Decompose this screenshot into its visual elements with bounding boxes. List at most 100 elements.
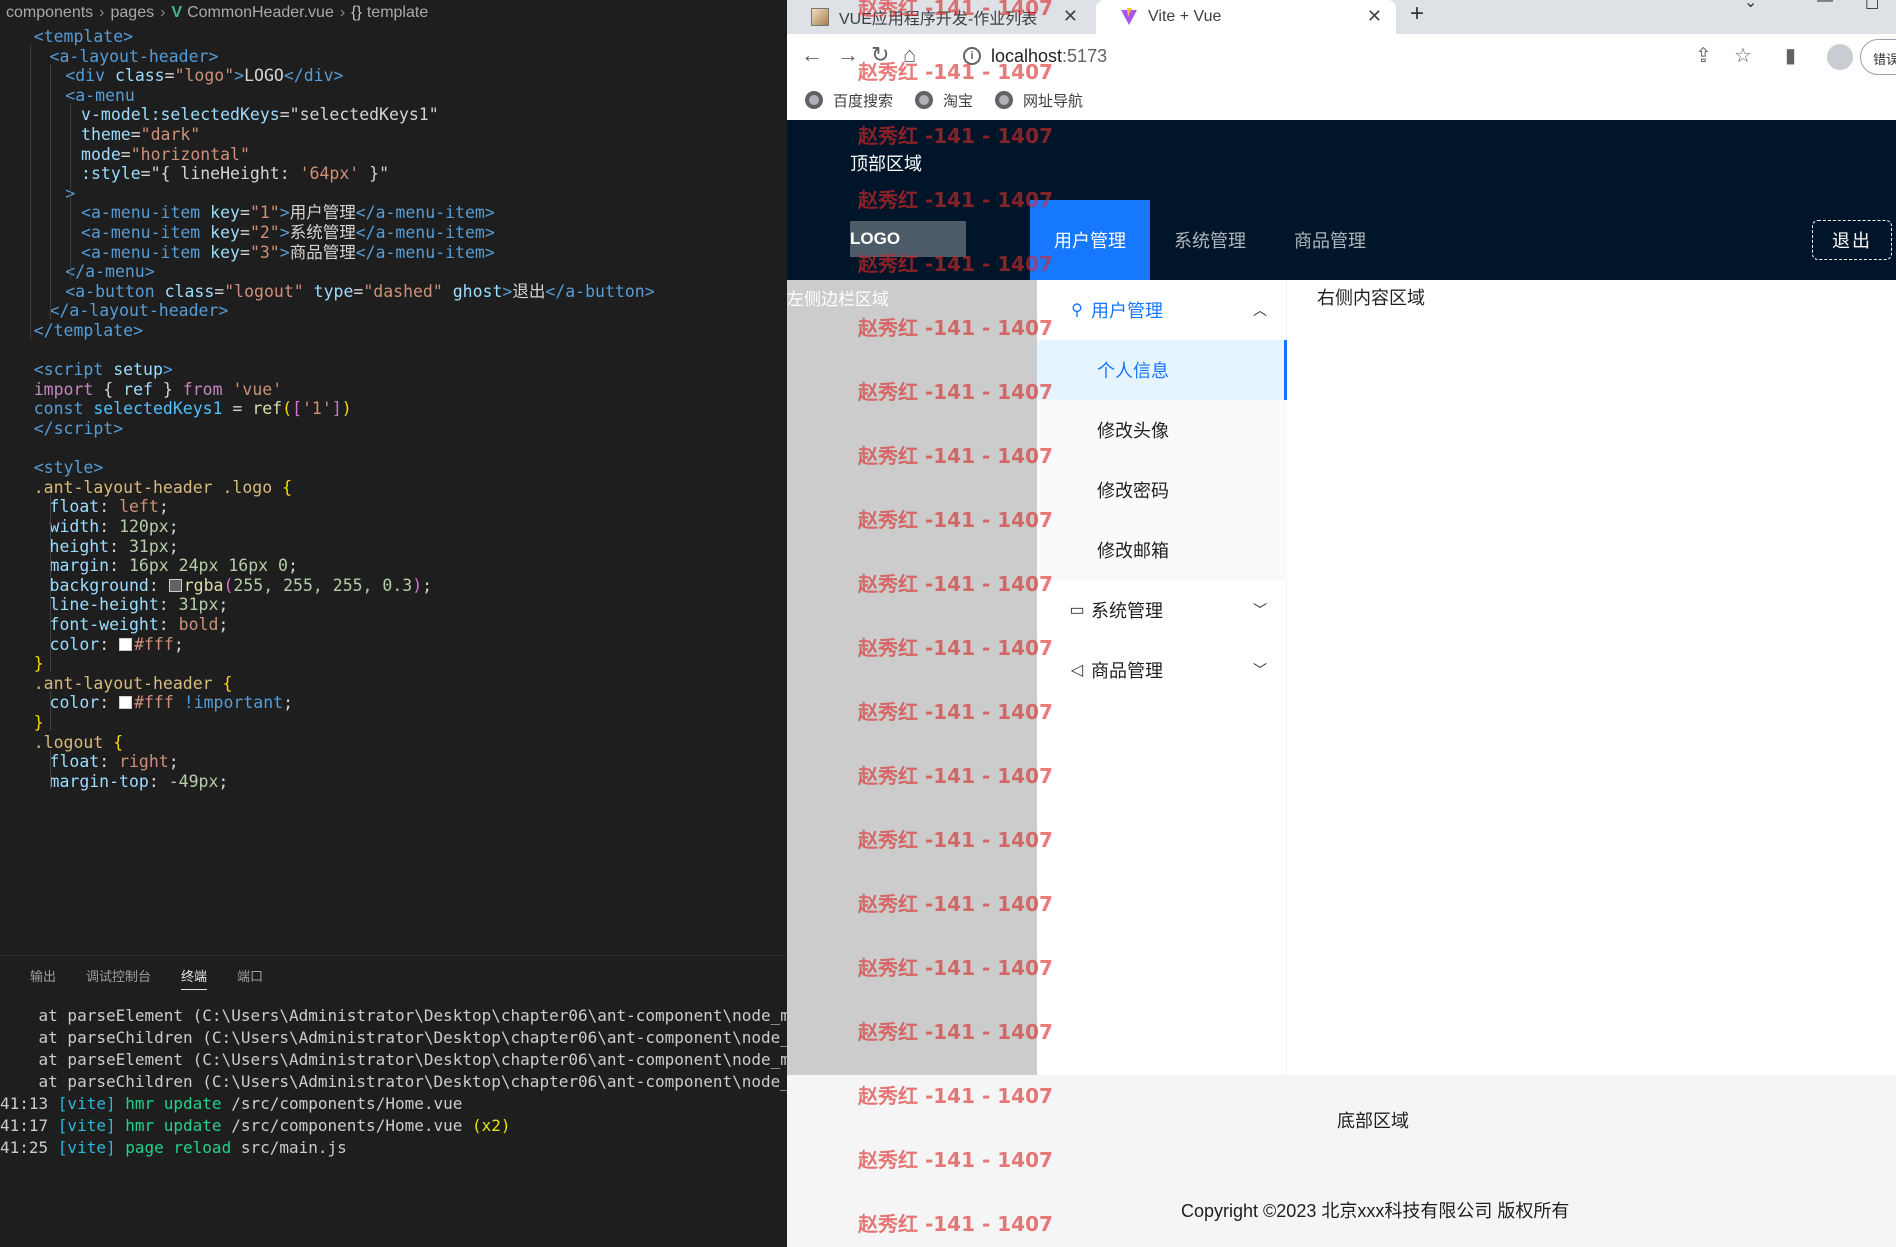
terminal-token: at parseChildren (C:\Users\Administrator…: [0, 1028, 787, 1047]
code-token: margin: [49, 556, 110, 576]
code-editor[interactable]: components › pages › V CommonHeader.vue …: [0, 0, 787, 1247]
breadcrumb-item-file[interactable]: CommonHeader.vue: [187, 4, 334, 22]
share-icon[interactable]: ⇪: [1695, 43, 1712, 68]
code-token: >: [123, 27, 134, 46]
breadcrumb-item-components[interactable]: components: [6, 4, 93, 22]
side-panel-icon[interactable]: ▮: [1785, 43, 1796, 68]
code-line[interactable]: </template>: [34, 319, 143, 343]
top-menu-item[interactable]: 系统管理: [1150, 200, 1270, 280]
panel-tab[interactable]: 输出: [30, 962, 56, 989]
address-bar[interactable]: i localhost:5173: [963, 39, 1683, 73]
bookmark-item[interactable]: 网址导航: [995, 90, 1083, 111]
code-token: :: [148, 771, 169, 791]
code-token: =: [214, 281, 225, 301]
globe-icon: [805, 91, 823, 109]
top-menu-item[interactable]: 用户管理: [1030, 200, 1150, 280]
panel-tab[interactable]: 端口: [237, 962, 263, 989]
site-info-icon[interactable]: i: [963, 47, 981, 65]
code-token: >: [484, 203, 495, 223]
submenu-label: 商品管理: [1091, 661, 1163, 681]
minimize-icon[interactable]: —: [1817, 0, 1833, 10]
code-token: ref: [123, 379, 153, 399]
panel-tab[interactable]: 调试控制台: [86, 962, 151, 989]
code-token: key: [200, 203, 240, 223]
code-line[interactable]: color: #fff !important;: [50, 691, 294, 715]
code-token: =: [222, 399, 253, 419]
color-swatch[interactable]: [168, 578, 182, 592]
logout-button[interactable]: 退出: [1812, 220, 1892, 260]
reload-icon[interactable]: ↻: [871, 42, 889, 68]
code-token: a-menu-item: [375, 203, 485, 223]
side-menu-item[interactable]: 个人信息: [1037, 340, 1287, 400]
code-token: :: [109, 536, 129, 556]
chevron-down-icon[interactable]: ﹀: [1253, 600, 1267, 620]
bookmark-star-icon[interactable]: ☆: [1734, 43, 1752, 68]
code-token: >: [93, 458, 104, 478]
code-line[interactable]: margin-top: -49px;: [50, 770, 229, 794]
code-token: ;: [287, 556, 298, 576]
side-menu-item[interactable]: 修改邮箱: [1037, 520, 1287, 580]
bookmark-item[interactable]: 淘宝: [915, 90, 973, 111]
code-token: =: [353, 281, 364, 301]
breadcrumb-item-pages[interactable]: pages: [111, 4, 155, 22]
code-token: float: [49, 497, 100, 517]
tab-search-icon[interactable]: ⌄: [1744, 0, 1757, 12]
code-token: mode: [81, 144, 121, 164]
code-line[interactable]: color: #fff;: [50, 633, 184, 657]
code-token: {: [222, 673, 233, 693]
side-submenu-3[interactable]: ◁ 商品管理 ﹀: [1037, 640, 1287, 700]
new-tab-button[interactable]: +: [1410, 0, 1424, 28]
bookmark-item[interactable]: 百度搜索: [805, 90, 893, 111]
code-token: :style: [81, 164, 141, 184]
submenu-items: 个人信息 修改头像 修改密码 修改邮箱: [1037, 340, 1287, 580]
browser-tab-homework[interactable]: VUE应用程序开发-作业列表 ✕: [787, 0, 1092, 34]
terminal-output[interactable]: at parseElement (C:\Users\Administrator\…: [0, 1005, 787, 1247]
side-submenu-1[interactable]: ⚲ 用户管理 ︿: [1037, 280, 1287, 340]
profile-avatar[interactable]: [1827, 44, 1853, 70]
color-swatch[interactable]: [119, 696, 133, 710]
side-menu-item[interactable]: 修改密码: [1037, 460, 1287, 520]
code-token: LOGO: [244, 66, 284, 86]
code-token: rgba: [183, 575, 224, 595]
code-line[interactable]: </script>: [34, 417, 123, 441]
code-token: ): [412, 575, 423, 595]
code-area[interactable]: <template> <a-layout-header> <div class="l…: [0, 25, 787, 955]
chevron-down-icon[interactable]: ﹀: [1253, 660, 1267, 680]
code-token: <: [65, 281, 76, 301]
code-token: script: [53, 419, 114, 438]
code-token: =: [240, 203, 250, 223]
code-token: ;: [168, 536, 179, 556]
code-token: {: [93, 379, 124, 399]
address-port: :5173: [1062, 45, 1108, 66]
code-token: a-menu-item: [90, 242, 201, 262]
chevron-up-icon[interactable]: ︿: [1253, 300, 1267, 320]
code-line[interactable]: :style="{ lineHeight: '64px' }": [81, 162, 389, 186]
code-token: 120px: [119, 517, 169, 536]
code-token: color: [49, 634, 100, 654]
browser-tab-vite[interactable]: Vite + Vue ✕: [1096, 0, 1396, 34]
chevron-right-icon: ›: [339, 4, 346, 21]
panel-tab[interactable]: 终端: [181, 962, 208, 990]
code-token: <: [33, 360, 44, 380]
terminal-line: at parseElement (C:\Users\Administrator\…: [0, 1049, 787, 1071]
back-icon[interactable]: ←: [801, 42, 823, 68]
code-token: -49px: [168, 771, 219, 791]
terminal-token: /src/components/Home.vue: [221, 1116, 473, 1135]
close-icon[interactable]: ✕: [1063, 6, 1078, 27]
color-swatch[interactable]: [119, 637, 133, 651]
error-chip[interactable]: 错误: [1860, 39, 1896, 75]
home-icon[interactable]: ⌂: [903, 42, 916, 68]
side-menu-item[interactable]: 修改头像: [1037, 400, 1287, 460]
maximize-icon[interactable]: ☐: [1865, 0, 1879, 14]
close-icon[interactable]: ✕: [1367, 6, 1382, 27]
side-submenu-2[interactable]: ▭ 系统管理 ﹀: [1037, 580, 1287, 640]
forward-icon[interactable]: →: [837, 42, 859, 68]
code-token: </: [33, 321, 54, 340]
code-token: script: [43, 360, 104, 380]
top-menu-item[interactable]: 商品管理: [1270, 200, 1390, 280]
breadcrumb-item-template[interactable]: template: [367, 4, 428, 22]
terminal-token: /src/components/Home.vue: [221, 1094, 463, 1113]
